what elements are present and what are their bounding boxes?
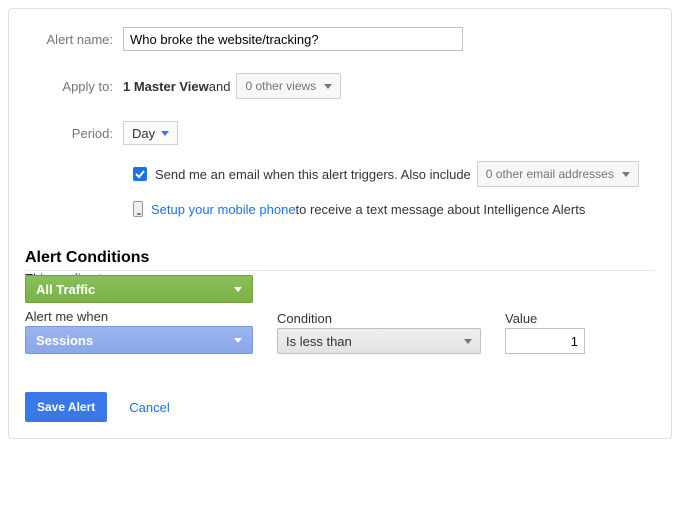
condition-dropdown[interactable]: Is less than xyxy=(277,328,481,354)
other-emails-dropdown[interactable]: 0 other email addresses xyxy=(477,161,639,187)
apply-to-label: Apply to: xyxy=(25,79,123,94)
row-email-alert: Send me an email when this alert trigger… xyxy=(25,161,655,187)
row-phone: Setup your mobile phone to receive a tex… xyxy=(25,201,655,217)
alert-when-value: Sessions xyxy=(36,333,93,348)
chevron-down-icon xyxy=(464,339,472,344)
chevron-down-icon xyxy=(324,84,332,89)
condition-label: Condition xyxy=(277,311,481,326)
apply-and-text: and xyxy=(209,79,231,94)
period-value: Day xyxy=(132,126,155,141)
other-emails-label: 0 other email addresses xyxy=(486,167,614,181)
alert-form-panel: Alert name: Apply to: 1 Master View and … xyxy=(8,8,672,439)
value-input[interactable] xyxy=(505,328,585,354)
row-period: Period: Day xyxy=(25,121,655,145)
chevron-down-icon xyxy=(234,338,242,343)
alert-when-dropdown[interactable]: Sessions xyxy=(25,326,253,354)
alert-name-label: Alert name: xyxy=(25,32,123,47)
alert-name-input[interactable] xyxy=(123,27,463,51)
applies-to-value: All Traffic xyxy=(36,282,95,297)
applies-to-dropdown[interactable]: All Traffic xyxy=(25,275,253,303)
chevron-down-icon xyxy=(622,172,630,177)
chevron-down-icon xyxy=(161,131,169,136)
phone-icon xyxy=(133,201,143,217)
actions-row: Save Alert Cancel xyxy=(25,392,655,422)
save-button[interactable]: Save Alert xyxy=(25,392,107,422)
email-checkbox-label: Send me an email when this alert trigger… xyxy=(155,167,471,182)
period-dropdown[interactable]: Day xyxy=(123,121,178,145)
value-label: Value xyxy=(505,311,585,326)
email-checkbox[interactable] xyxy=(133,167,147,181)
alert-when-label: Alert me when xyxy=(25,309,253,324)
other-views-label: 0 other views xyxy=(245,79,316,93)
row-apply-to: Apply to: 1 Master View and 0 other view… xyxy=(25,73,655,99)
period-label: Period: xyxy=(25,126,123,141)
other-views-dropdown[interactable]: 0 other views xyxy=(236,73,341,99)
divider xyxy=(25,270,655,271)
apply-selected-view: 1 Master View xyxy=(123,79,209,94)
setup-phone-link[interactable]: Setup your mobile phone xyxy=(151,202,296,217)
phone-rest-text: to receive a text message about Intellig… xyxy=(296,202,586,217)
row-alert-name: Alert name: xyxy=(25,27,655,51)
alert-conditions-title: Alert Conditions xyxy=(25,249,655,267)
chevron-down-icon xyxy=(234,287,242,292)
condition-grid: Alert me when Sessions Condition Is less… xyxy=(25,305,655,354)
cancel-button[interactable]: Cancel xyxy=(129,400,169,415)
condition-value: Is less than xyxy=(286,334,352,349)
